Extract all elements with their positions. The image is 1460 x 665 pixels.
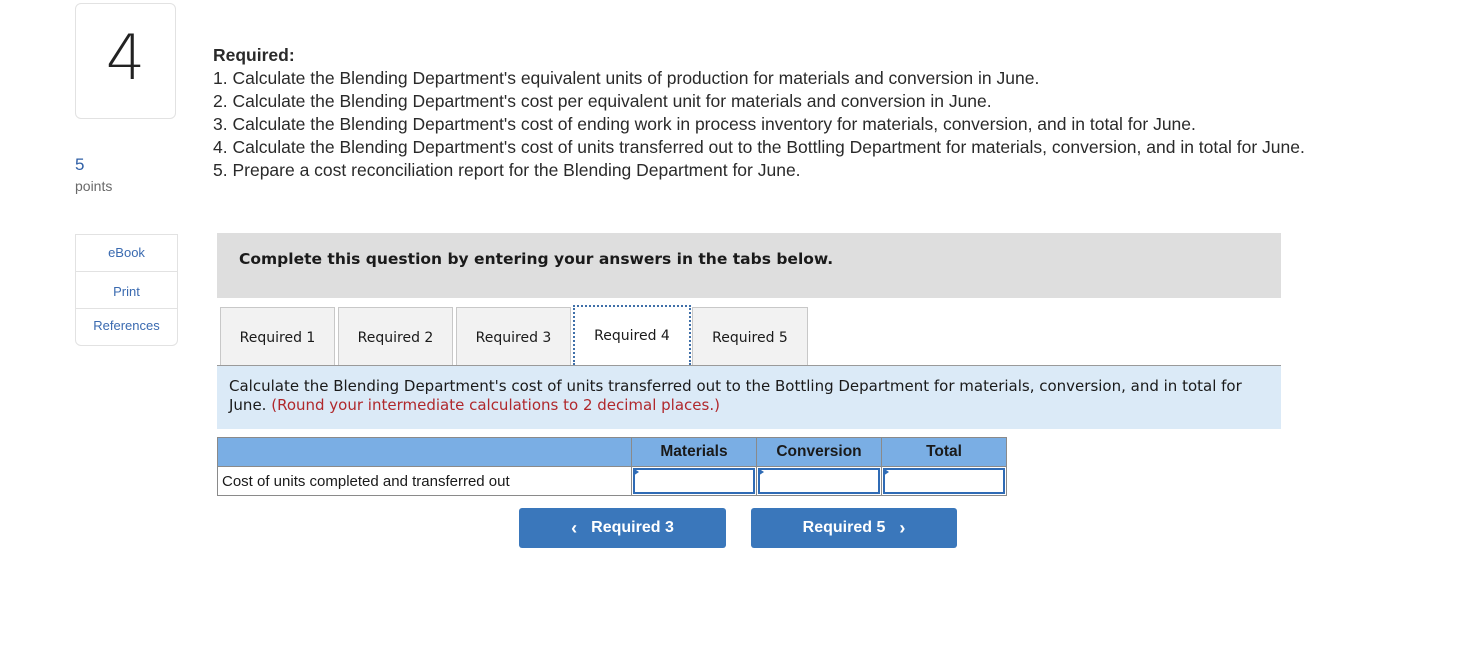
header-label-col bbox=[217, 437, 632, 467]
tab-required-4[interactable]: Required 4 bbox=[573, 305, 691, 365]
question-number: 4 bbox=[105, 21, 146, 94]
conversion-input[interactable] bbox=[758, 468, 880, 494]
next-required-button[interactable]: Required 5 › bbox=[751, 508, 957, 548]
tab-required-2[interactable]: Required 2 bbox=[338, 307, 453, 365]
side-links: eBook Print References bbox=[75, 234, 178, 346]
table-header-row: Materials Conversion Total bbox=[217, 437, 1007, 467]
required-item: 4. Calculate the Blending Department's c… bbox=[213, 137, 1305, 157]
tab-bar: Required 1 Required 2 Required 3 Require… bbox=[217, 305, 1281, 366]
prompt-box: Calculate the Blending Department's cost… bbox=[217, 366, 1281, 429]
question-number-box: 4 bbox=[75, 3, 176, 119]
answer-table: Materials Conversion Total Cost of units… bbox=[217, 437, 1007, 496]
ebook-link[interactable]: eBook bbox=[76, 235, 177, 272]
instruction-text: Complete this question by entering your … bbox=[239, 250, 834, 268]
materials-cell bbox=[631, 466, 757, 496]
input-marker-icon bbox=[633, 468, 639, 476]
required-item: 2. Calculate the Blending Department's c… bbox=[213, 91, 992, 111]
required-section: Required: 1. Calculate the Blending Depa… bbox=[213, 44, 1383, 182]
instruction-bar: Complete this question by entering your … bbox=[217, 233, 1281, 298]
header-conversion: Conversion bbox=[756, 437, 882, 467]
tab-required-3[interactable]: Required 3 bbox=[456, 307, 571, 365]
prev-button-label: Required 3 bbox=[591, 519, 674, 536]
chevron-left-icon: ‹ bbox=[571, 517, 578, 538]
required-item: 5. Prepare a cost reconciliation report … bbox=[213, 160, 801, 180]
print-link[interactable]: Print bbox=[76, 272, 177, 309]
table-row: Cost of units completed and transferred … bbox=[217, 466, 1007, 496]
required-title: Required: bbox=[213, 45, 295, 65]
rounding-note: (Round your intermediate calculations to… bbox=[271, 396, 720, 414]
points-label: points bbox=[75, 178, 113, 194]
tab-required-5[interactable]: Required 5 bbox=[692, 307, 808, 365]
next-button-label: Required 5 bbox=[802, 519, 886, 536]
total-input[interactable] bbox=[883, 468, 1005, 494]
header-materials: Materials bbox=[631, 437, 757, 467]
chevron-right-icon: › bbox=[899, 517, 906, 538]
points-value: 5 bbox=[75, 155, 85, 174]
materials-input[interactable] bbox=[633, 468, 755, 494]
references-link[interactable]: References bbox=[76, 309, 177, 345]
prev-required-button[interactable]: ‹ Required 3 bbox=[519, 508, 726, 548]
tab-required-1[interactable]: Required 1 bbox=[220, 307, 335, 365]
total-cell bbox=[881, 466, 1007, 496]
required-item: 1. Calculate the Blending Department's e… bbox=[213, 68, 1040, 88]
input-marker-icon bbox=[758, 468, 764, 476]
conversion-cell bbox=[756, 466, 882, 496]
input-marker-icon bbox=[883, 468, 889, 476]
required-item: 3. Calculate the Blending Department's c… bbox=[213, 114, 1196, 134]
header-total: Total bbox=[881, 437, 1007, 467]
row-label: Cost of units completed and transferred … bbox=[217, 466, 632, 496]
